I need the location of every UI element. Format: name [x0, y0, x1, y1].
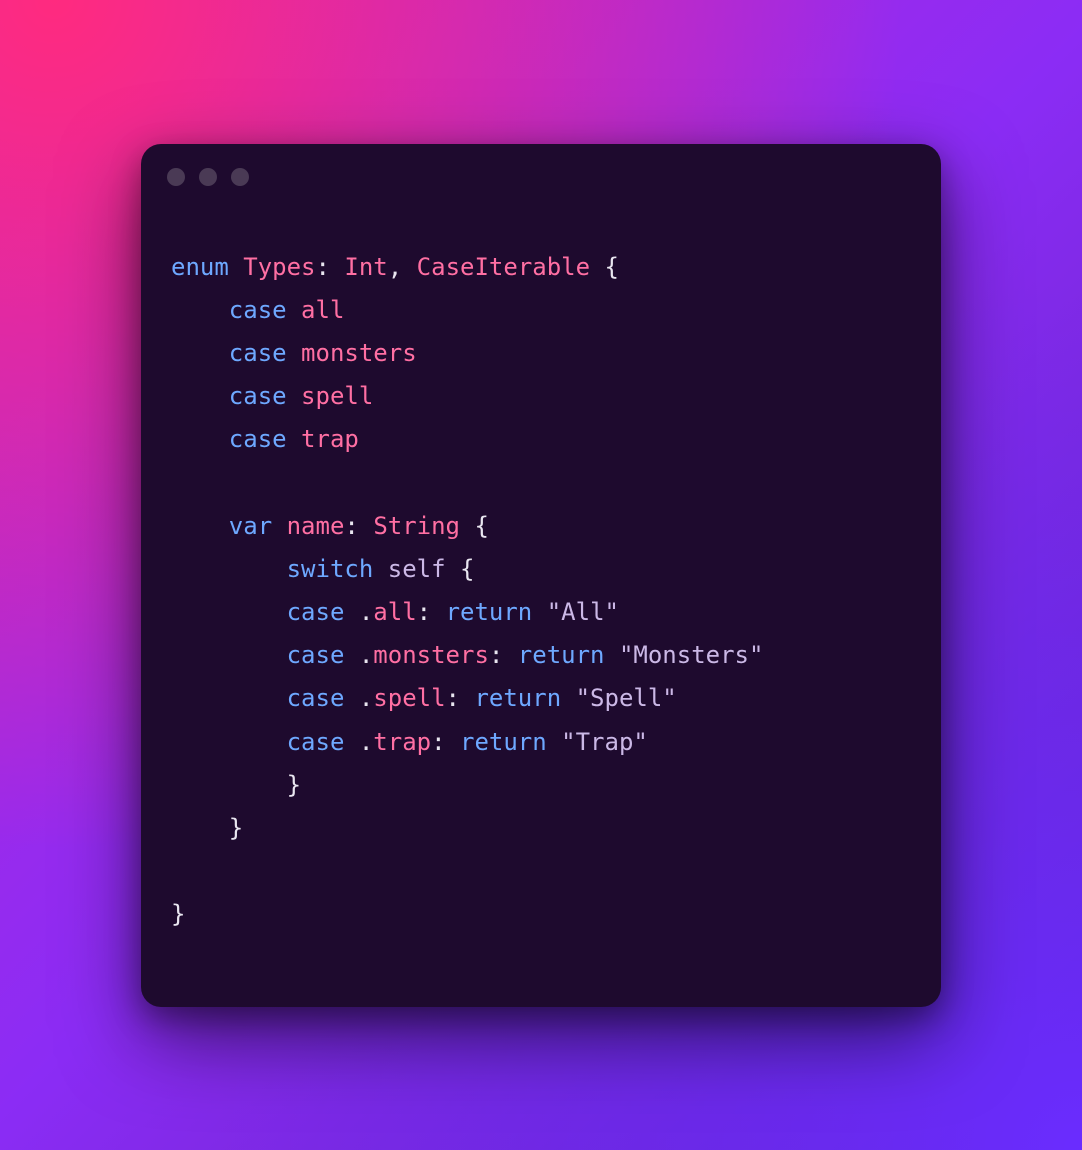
dot: . — [359, 598, 373, 626]
brace-open: { — [460, 555, 474, 583]
keyword-return: return — [474, 684, 561, 712]
code-block: enum Types: Int, CaseIterable { case all… — [141, 196, 941, 1007]
keyword-case: case — [287, 728, 345, 756]
colon: : — [344, 512, 358, 540]
brace-open: { — [474, 512, 488, 540]
member-monsters: monsters — [373, 641, 489, 669]
type-name: Types — [243, 253, 315, 281]
traffic-light-close-icon[interactable] — [167, 168, 185, 186]
member-spell: spell — [373, 684, 445, 712]
traffic-light-zoom-icon[interactable] — [231, 168, 249, 186]
colon: : — [316, 253, 330, 281]
brace-close: } — [171, 900, 185, 928]
colon: : — [417, 598, 431, 626]
code-window: enum Types: Int, CaseIterable { case all… — [141, 144, 941, 1007]
protocol-caseiterable: CaseIterable — [417, 253, 590, 281]
window-titlebar — [141, 144, 941, 196]
colon: : — [431, 728, 445, 756]
keyword-enum: enum — [171, 253, 229, 281]
colon: : — [446, 684, 460, 712]
case-spell: spell — [301, 382, 373, 410]
case-all: all — [301, 296, 344, 324]
member-all: all — [373, 598, 416, 626]
member-trap: trap — [373, 728, 431, 756]
colon: : — [489, 641, 503, 669]
brace-open: { — [605, 253, 619, 281]
keyword-return: return — [446, 598, 533, 626]
keyword-case: case — [287, 684, 345, 712]
dot: . — [359, 641, 373, 669]
keyword-self: self — [388, 555, 446, 583]
dot: . — [359, 684, 373, 712]
brace-close: } — [287, 771, 301, 799]
case-monsters: monsters — [301, 339, 417, 367]
keyword-case: case — [287, 641, 345, 669]
keyword-case: case — [229, 296, 287, 324]
traffic-light-minimize-icon[interactable] — [199, 168, 217, 186]
var-name: name — [287, 512, 345, 540]
string-literal: "All" — [547, 598, 619, 626]
comma: , — [388, 253, 402, 281]
string-literal: "Monsters" — [619, 641, 764, 669]
type-string: String — [373, 512, 460, 540]
keyword-case: case — [229, 425, 287, 453]
keyword-case: case — [229, 339, 287, 367]
case-trap: trap — [301, 425, 359, 453]
keyword-switch: switch — [287, 555, 374, 583]
dot: . — [359, 728, 373, 756]
type-int: Int — [344, 253, 387, 281]
string-literal: "Spell" — [576, 684, 677, 712]
keyword-return: return — [460, 728, 547, 756]
string-literal: "Trap" — [561, 728, 648, 756]
keyword-var: var — [229, 512, 272, 540]
keyword-case: case — [229, 382, 287, 410]
keyword-case: case — [287, 598, 345, 626]
brace-close: } — [229, 814, 243, 842]
keyword-return: return — [518, 641, 605, 669]
